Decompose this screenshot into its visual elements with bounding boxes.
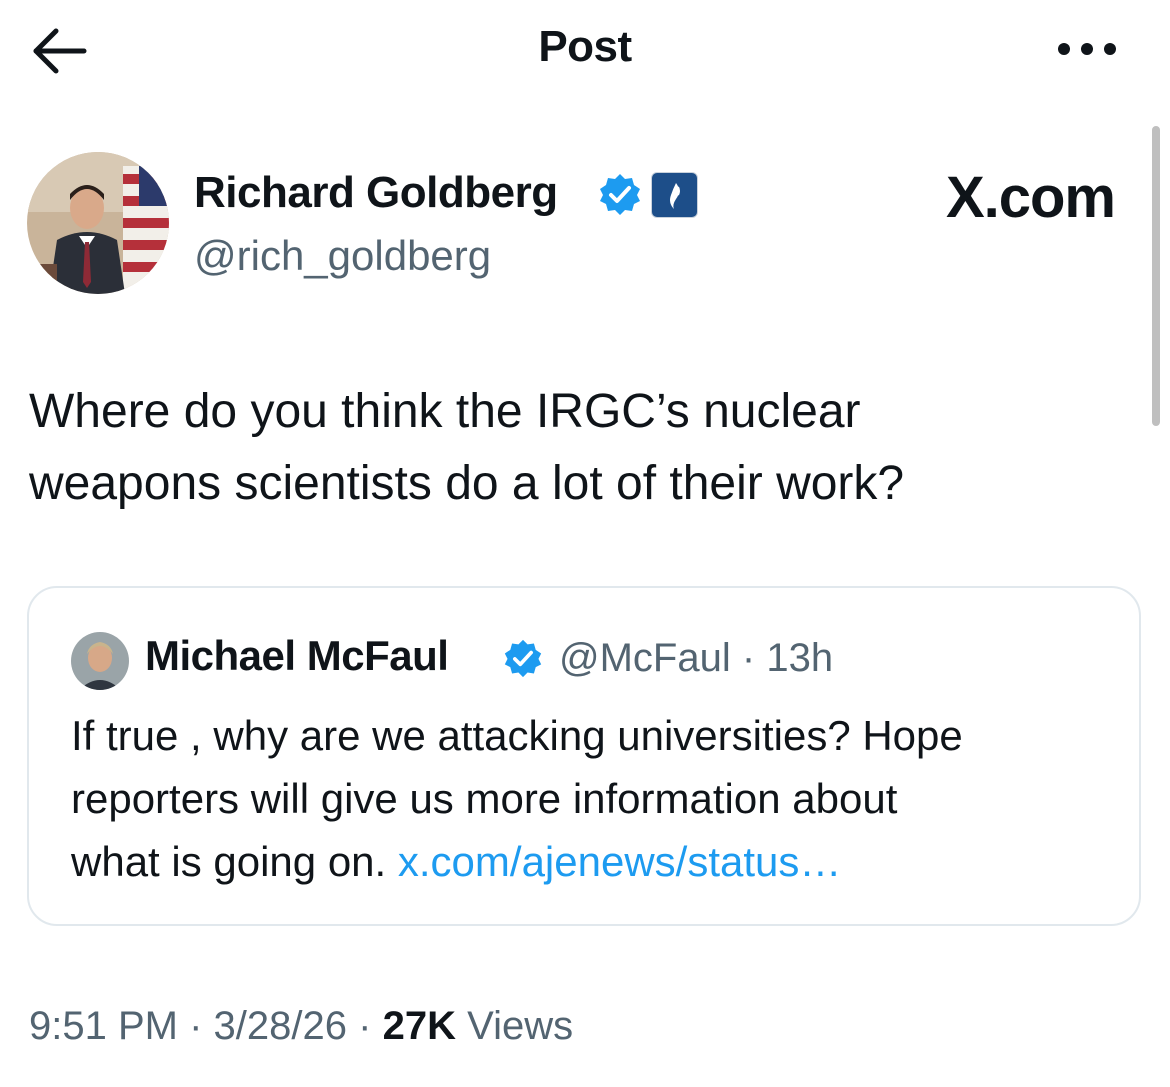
quoted-text-line: reporters will give us more information … <box>71 775 898 822</box>
brand-label: X.com <box>945 165 1116 230</box>
quoted-post-card[interactable]: Michael McFaul @McFaul · 13h If true , w… <box>27 586 1141 926</box>
quoted-post-text: If true , why are we attacking universit… <box>71 704 1121 893</box>
meta-separator: · <box>358 1004 372 1048</box>
post-detail-page: Post Richard Goldberg @rich_goldberg X.c… <box>0 0 1170 1087</box>
quoted-author-name: Michael McFaul <box>145 632 449 679</box>
author-name[interactable]: Richard Goldberg <box>194 168 558 218</box>
quoted-author-handle: @McFaul <box>559 636 731 680</box>
top-bar: Post <box>0 0 1170 100</box>
views-label: Views <box>467 1004 574 1048</box>
ellipsis-icon <box>1058 43 1116 55</box>
author-handle[interactable]: @rich_goldberg <box>194 232 491 280</box>
quoted-post-meta: @McFaul · 13h <box>559 636 833 681</box>
quoted-text-fragment: what is going on. <box>71 838 387 885</box>
post-text-line: Where do you think the IRGC’s nuclear <box>29 385 861 438</box>
post-date[interactable]: 3/28/26 <box>214 1004 347 1048</box>
author-avatar[interactable] <box>27 152 169 294</box>
quoted-post-link[interactable]: x.com/ajenews/status… <box>398 838 842 885</box>
verified-check-icon <box>504 639 542 678</box>
meta-separator: · <box>741 636 756 680</box>
post-time[interactable]: 9:51 PM <box>29 1004 178 1048</box>
page-title: Post <box>538 22 632 71</box>
affiliation-badge-icon[interactable] <box>651 172 698 218</box>
scrollbar[interactable] <box>1152 126 1160 426</box>
views-count: 27K <box>382 1004 456 1048</box>
more-options-button[interactable] <box>1056 34 1118 64</box>
quoted-post-age: 13h <box>766 636 834 680</box>
quoted-author-avatar <box>71 632 129 690</box>
meta-separator: · <box>189 1004 203 1048</box>
verified-check-icon <box>600 174 640 215</box>
quoted-text-line: what is going on. x.com/ajenews/status… <box>71 830 1121 893</box>
post-text-line: weapons scientists do a lot of their wor… <box>29 457 905 510</box>
post-text: Where do you think the IRGC’s nuclear we… <box>29 376 1129 520</box>
post-timestamp-row: 9:51 PM · 3/28/26 · 27K Views <box>29 1004 573 1049</box>
quoted-text-line: If true , why are we attacking universit… <box>71 712 963 759</box>
